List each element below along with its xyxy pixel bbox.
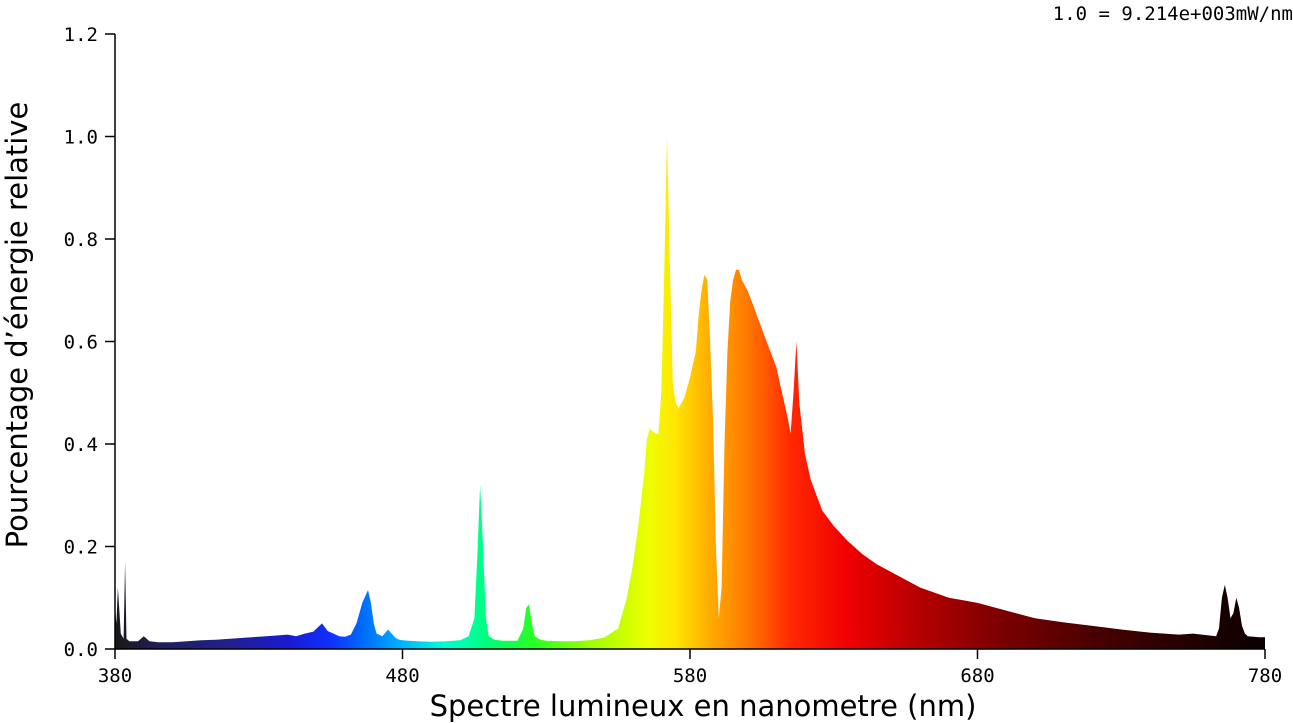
plot-area (115, 136, 1265, 649)
y-tick-label: 1.2 (64, 24, 98, 46)
y-tick-label: 1.0 (64, 127, 98, 149)
y-tick-label: 0.6 (64, 332, 98, 354)
y-tick-label: 0.0 (64, 639, 98, 661)
x-axis-title: Spectre lumineux en nanometre (nm) (430, 689, 977, 723)
x-tick-label: 580 (673, 665, 707, 687)
spectrum-area (115, 136, 1265, 649)
x-tick-label: 680 (960, 665, 994, 687)
y-tick-label: 0.2 (64, 537, 98, 559)
x-tick-label: 780 (1248, 665, 1282, 687)
y-axis-title: Pourcentage d’énergie relative (0, 102, 34, 549)
spectrum-chart: 380 480 580 680 780 0.0 0.2 0.4 0.6 0.8 1.0 1.2 1.0… (0, 3, 1293, 723)
scale-note: 1.0 = 9.214e+003mW/nm (1053, 3, 1293, 25)
y-tick-label: 0.8 (64, 229, 98, 251)
y-tick-label: 0.4 (64, 434, 98, 456)
x-tick-label: 480 (385, 665, 419, 687)
x-tick-label: 380 (98, 665, 132, 687)
